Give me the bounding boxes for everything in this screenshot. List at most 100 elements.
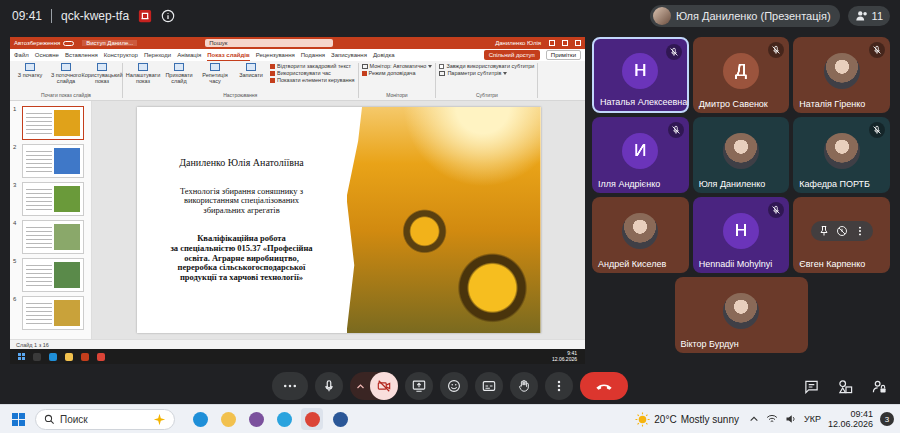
slide-thumbnail[interactable] [22,258,84,292]
telegram-app[interactable] [273,408,295,430]
taskbar-search[interactable]: Поиск [35,409,175,430]
checkbox[interactable] [270,71,275,76]
windows-logo-icon[interactable] [18,353,25,360]
participant-tile[interactable]: Віктор Бурдун [675,277,808,353]
checkbox[interactable] [362,71,367,76]
notes-button[interactable]: Примітки [546,50,581,60]
present-button[interactable] [405,372,433,400]
edge-app[interactable] [189,408,211,430]
chrome-icon[interactable] [97,353,105,361]
activities-button[interactable] [834,375,856,397]
more-vert-icon[interactable] [854,225,866,237]
share-button[interactable]: Спільний доступ [484,50,540,60]
thumbnail-row[interactable]: 5 [13,258,88,292]
host-button[interactable] [868,375,890,397]
participant-tile[interactable]: Кафедра ПОРТБ [793,117,890,193]
presenter-chip[interactable]: Юля Даниленко (Презентація) [650,5,840,27]
ppt-search[interactable]: Пошук [205,39,333,47]
ribbon-button[interactable]: Репетиція часу [198,63,232,92]
ribbon-tab[interactable]: Конструктор [104,49,138,61]
ribbon-option[interactable]: Відтворити закадровий текст [270,63,355,69]
slide-thumbnail[interactable] [22,296,84,330]
leave-call-button[interactable] [580,372,628,400]
ribbon-tab[interactable]: Записування [331,49,367,61]
windows-logo-icon[interactable] [12,413,25,426]
close-button[interactable] [575,40,581,46]
ribbon-tab[interactable]: Вставлення [65,49,98,61]
chrome-app[interactable] [301,408,323,430]
participants-button[interactable]: 11 [848,6,890,26]
ribbon-tab[interactable]: Рецензування [256,49,295,61]
participant-tile[interactable]: Євген Карпенко [793,197,890,273]
folder-icon[interactable] [65,353,73,361]
slide-thumbnail[interactable] [22,182,84,216]
ribbon-option[interactable]: Монітор: Автоматично [362,63,433,69]
ribbon-button[interactable]: Записати [234,63,268,92]
thumbnail-row[interactable]: 6 [13,296,88,330]
wifi-icon[interactable] [766,413,778,425]
ribbon-option[interactable]: Параметри субтитрів [439,70,534,76]
mute-participant-icon[interactable] [836,225,848,237]
participant-tile[interactable]: Юля Даниленко [693,117,790,193]
ribbon-button[interactable]: Користувацький показ [85,63,119,92]
camera-options-button[interactable] [350,372,370,400]
checkbox[interactable] [439,64,444,69]
participant-tile[interactable]: HHennadii Mohylnyi [693,197,790,273]
more-button[interactable] [272,372,308,400]
slide-thumbnail[interactable] [22,144,84,178]
clock[interactable]: 09:4112.06.2026 [828,409,873,430]
maximize-button[interactable] [562,40,568,46]
ribbon-tab[interactable]: Довідка [373,49,395,61]
notification-badge[interactable]: 3 [880,412,894,426]
participant-tile[interactable]: Андрей Киселев [592,197,689,273]
participant-tile[interactable]: ДДмитро Савенок [693,37,790,113]
participant-tile[interactable]: ННаталья Алексеевна [592,37,689,113]
slide-thumbnail[interactable] [22,106,84,140]
ribbon-tab[interactable]: Анімація [177,49,201,61]
mic-button[interactable] [315,372,343,400]
checkbox[interactable] [270,64,275,69]
ribbon-option[interactable]: Використовувати час [270,70,355,76]
edge-icon[interactable] [49,353,57,361]
word-app[interactable] [329,408,351,430]
thumbnail-row[interactable]: 3 [13,182,88,216]
chevron-up-icon[interactable] [749,414,759,424]
weather[interactable]: 20°CMostly sunny [635,412,739,427]
ribbon-option[interactable]: Показати елементи керування [270,77,355,83]
explorer-app[interactable] [217,408,239,430]
thumbnail-row[interactable]: 1 [13,106,88,140]
ribbon-option[interactable]: Завжди використовувати субтитри [439,63,534,69]
pin-icon[interactable] [818,225,830,237]
reactions-button[interactable] [440,372,468,400]
ribbon-tab[interactable]: Файл [14,49,29,61]
ribbon-button[interactable]: З поточного слайда [49,63,83,92]
autosave-toggle[interactable] [63,41,74,46]
ribbon-option[interactable]: Режим доповідача [362,70,433,76]
autosave[interactable]: Автозбереження [14,40,74,46]
more-options-button[interactable] [545,372,573,400]
ribbon-button[interactable]: Налаштувати показ [126,63,160,92]
ribbon-tab[interactable]: Подання [301,49,325,61]
ribbon-tab[interactable]: Переходи [144,49,171,61]
ribbon-button[interactable]: Приховати слайд [162,63,196,92]
captions-button[interactable] [475,372,503,400]
viber-app[interactable] [245,408,267,430]
slide-thumbnail[interactable] [22,220,84,254]
info-icon[interactable] [161,9,175,23]
chat-button[interactable] [800,375,822,397]
presenting-icon[interactable] [138,9,152,23]
participant-tile[interactable]: Наталія Гіренко [793,37,890,113]
thumbnail-row[interactable]: 4 [13,220,88,254]
ribbon-tab[interactable]: Основне [35,49,59,61]
language[interactable]: УКР [804,414,821,424]
ppt-user[interactable]: Даниленко Юлія [495,40,541,46]
ribbon-button[interactable]: З початку [13,63,47,92]
volume-icon[interactable] [785,413,797,425]
minimize-button[interactable] [549,40,555,46]
search-icon[interactable] [33,353,41,361]
thumbnail-row[interactable]: 2 [13,144,88,178]
powerpoint-icon[interactable] [81,353,89,361]
ribbon-tab[interactable]: Показ слайдів [207,49,249,61]
raise-hand-button[interactable] [510,372,538,400]
participant-tile[interactable]: ИІлля Андрієнко [592,117,689,193]
